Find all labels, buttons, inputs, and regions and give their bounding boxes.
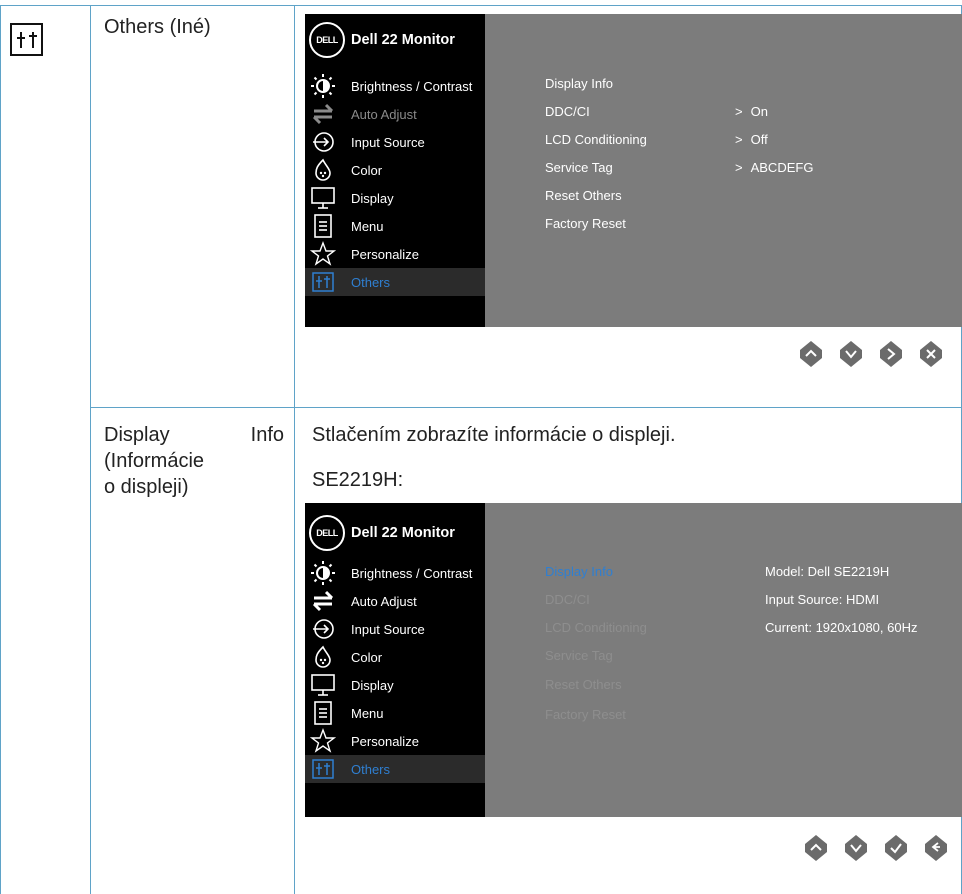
menu-item-label: Input Source xyxy=(351,621,425,637)
row-divider xyxy=(90,407,962,408)
menu-item-label: Personalize xyxy=(351,246,419,262)
menu-item-label: Auto Adjust xyxy=(351,593,417,609)
dell-logo: DELL xyxy=(309,515,345,551)
menu-item-personalize[interactable]: Personalize xyxy=(305,240,485,268)
menu-item-input-source[interactable]: Input Source xyxy=(305,615,485,643)
submenu-display-info[interactable]: Display Info xyxy=(545,76,613,91)
submenu-factory-reset[interactable]: Factory Reset xyxy=(545,216,626,231)
row-label-display-info: Display Info (Informácie o displeji) xyxy=(104,422,284,500)
osd-screen-others: DELL Dell 22 Monitor Brightness / Contra… xyxy=(305,14,962,327)
submenu-service-tag[interactable]: Service Tag xyxy=(545,160,613,175)
arrow-icon: > xyxy=(735,160,743,175)
menu-item-label: Input Source xyxy=(351,134,425,150)
menu-icon xyxy=(309,699,337,727)
star-icon xyxy=(309,727,337,755)
menu-item-display[interactable]: Display xyxy=(305,184,485,212)
menu-item-label: Color xyxy=(351,649,383,665)
value-ddc-ci: > On xyxy=(735,104,768,119)
right-button[interactable] xyxy=(880,341,902,367)
submenu-factory-reset[interactable]: Factory Reset xyxy=(545,707,626,722)
auto-adjust-icon xyxy=(309,587,337,615)
description-text: Stlačením zobrazíte informácie o displej… xyxy=(312,424,676,446)
submenu-display-info[interactable]: Display Info xyxy=(545,564,613,579)
menu-item-personalize[interactable]: Personalize xyxy=(305,727,485,755)
label-word-2: Info xyxy=(250,424,284,446)
display-icon xyxy=(309,184,337,212)
color-icon xyxy=(309,156,337,184)
menu-item-label: Menu xyxy=(351,705,384,721)
menu-icon xyxy=(309,212,337,240)
brightness-icon xyxy=(309,72,337,100)
menu-item-label: Others xyxy=(351,761,391,777)
submenu-ddc-ci[interactable]: DDC/CI xyxy=(545,592,590,607)
menu-item-others[interactable]: Others xyxy=(305,755,485,783)
star-icon xyxy=(309,240,337,268)
submenu-reset-others[interactable]: Reset Others xyxy=(545,188,622,203)
submenu-lcd-conditioning[interactable]: LCD Conditioning xyxy=(545,620,647,635)
menu-item-label: Personalize xyxy=(351,733,419,749)
menu-item-label: Display xyxy=(351,190,394,206)
arrow-icon: > xyxy=(735,104,743,119)
submenu-ddc-ci[interactable]: DDC/CI xyxy=(545,104,590,119)
label-word-1: Display xyxy=(104,424,170,446)
brightness-icon xyxy=(309,559,337,587)
color-icon xyxy=(309,643,337,671)
osd-screen-display-info: DELL Dell 22 Monitor Brightness / Contra… xyxy=(305,503,962,817)
menu-item-label: Others xyxy=(351,274,391,290)
dell-logo: DELL xyxy=(309,22,345,58)
menu-item-label: Display xyxy=(351,677,394,693)
input-source-icon xyxy=(309,128,337,156)
osd-title: Dell 22 Monitor xyxy=(351,32,455,48)
info-current-mode: Current: 1920x1080, 60Hz xyxy=(765,620,918,635)
menu-item-menu[interactable]: Menu xyxy=(305,212,485,240)
column-divider-2 xyxy=(294,5,295,894)
submenu-lcd-conditioning[interactable]: LCD Conditioning xyxy=(545,132,647,147)
info-input-source: Input Source: HDMI xyxy=(765,592,880,607)
down-button[interactable] xyxy=(845,835,867,861)
menu-item-display[interactable]: Display xyxy=(305,671,485,699)
row-label-others: Others (Iné) xyxy=(104,16,211,38)
table-left-border xyxy=(0,5,1,894)
info-model: Model: Dell SE2219H xyxy=(765,564,890,579)
label-line-3: o displeji) xyxy=(104,476,189,498)
menu-item-color[interactable]: Color xyxy=(305,643,485,671)
submenu-service-tag[interactable]: Service Tag xyxy=(545,648,613,663)
menu-item-brightness-contrast[interactable]: Brightness / Contrast xyxy=(305,72,485,100)
others-icon xyxy=(10,23,43,56)
back-button[interactable] xyxy=(925,835,947,861)
auto-adjust-icon xyxy=(309,100,337,128)
close-button[interactable] xyxy=(920,341,942,367)
value-lcd-conditioning: > Off xyxy=(735,132,768,147)
submenu-reset-others[interactable]: Reset Others xyxy=(545,677,622,692)
osd-header: DELL Dell 22 Monitor xyxy=(305,14,485,66)
menu-item-label: Color xyxy=(351,162,383,178)
menu-item-menu[interactable]: Menu xyxy=(305,699,485,727)
menu-item-color[interactable]: Color xyxy=(305,156,485,184)
model-heading: SE2219H: xyxy=(312,469,404,491)
menu-item-label: Auto Adjust xyxy=(351,106,417,122)
others-icon xyxy=(309,268,337,296)
menu-item-input-source[interactable]: Input Source xyxy=(305,128,485,156)
value-service-tag: > ABCDEFG xyxy=(735,160,814,175)
arrow-icon: > xyxy=(735,132,743,147)
menu-item-brightness-contrast[interactable]: Brightness / Contrast xyxy=(305,559,485,587)
up-button[interactable] xyxy=(805,835,827,861)
menu-item-others[interactable]: Others xyxy=(305,268,485,296)
display-icon xyxy=(309,671,337,699)
up-button[interactable] xyxy=(800,341,822,367)
menu-item-label: Menu xyxy=(351,218,384,234)
menu-item-label: Brightness / Contrast xyxy=(351,78,473,94)
osd-title: Dell 22 Monitor xyxy=(351,525,455,541)
column-divider-1 xyxy=(90,5,91,894)
table-top-border xyxy=(0,5,962,6)
input-source-icon xyxy=(309,615,337,643)
osd-header: DELL Dell 22 Monitor xyxy=(305,507,485,559)
others-icon xyxy=(309,755,337,783)
label-line-2: (Informácie xyxy=(104,450,205,472)
menu-item-auto-adjust[interactable]: Auto Adjust xyxy=(305,100,485,128)
check-button[interactable] xyxy=(885,835,907,861)
menu-item-auto-adjust[interactable]: Auto Adjust xyxy=(305,587,485,615)
menu-item-label: Brightness / Contrast xyxy=(351,565,473,581)
down-button[interactable] xyxy=(840,341,862,367)
